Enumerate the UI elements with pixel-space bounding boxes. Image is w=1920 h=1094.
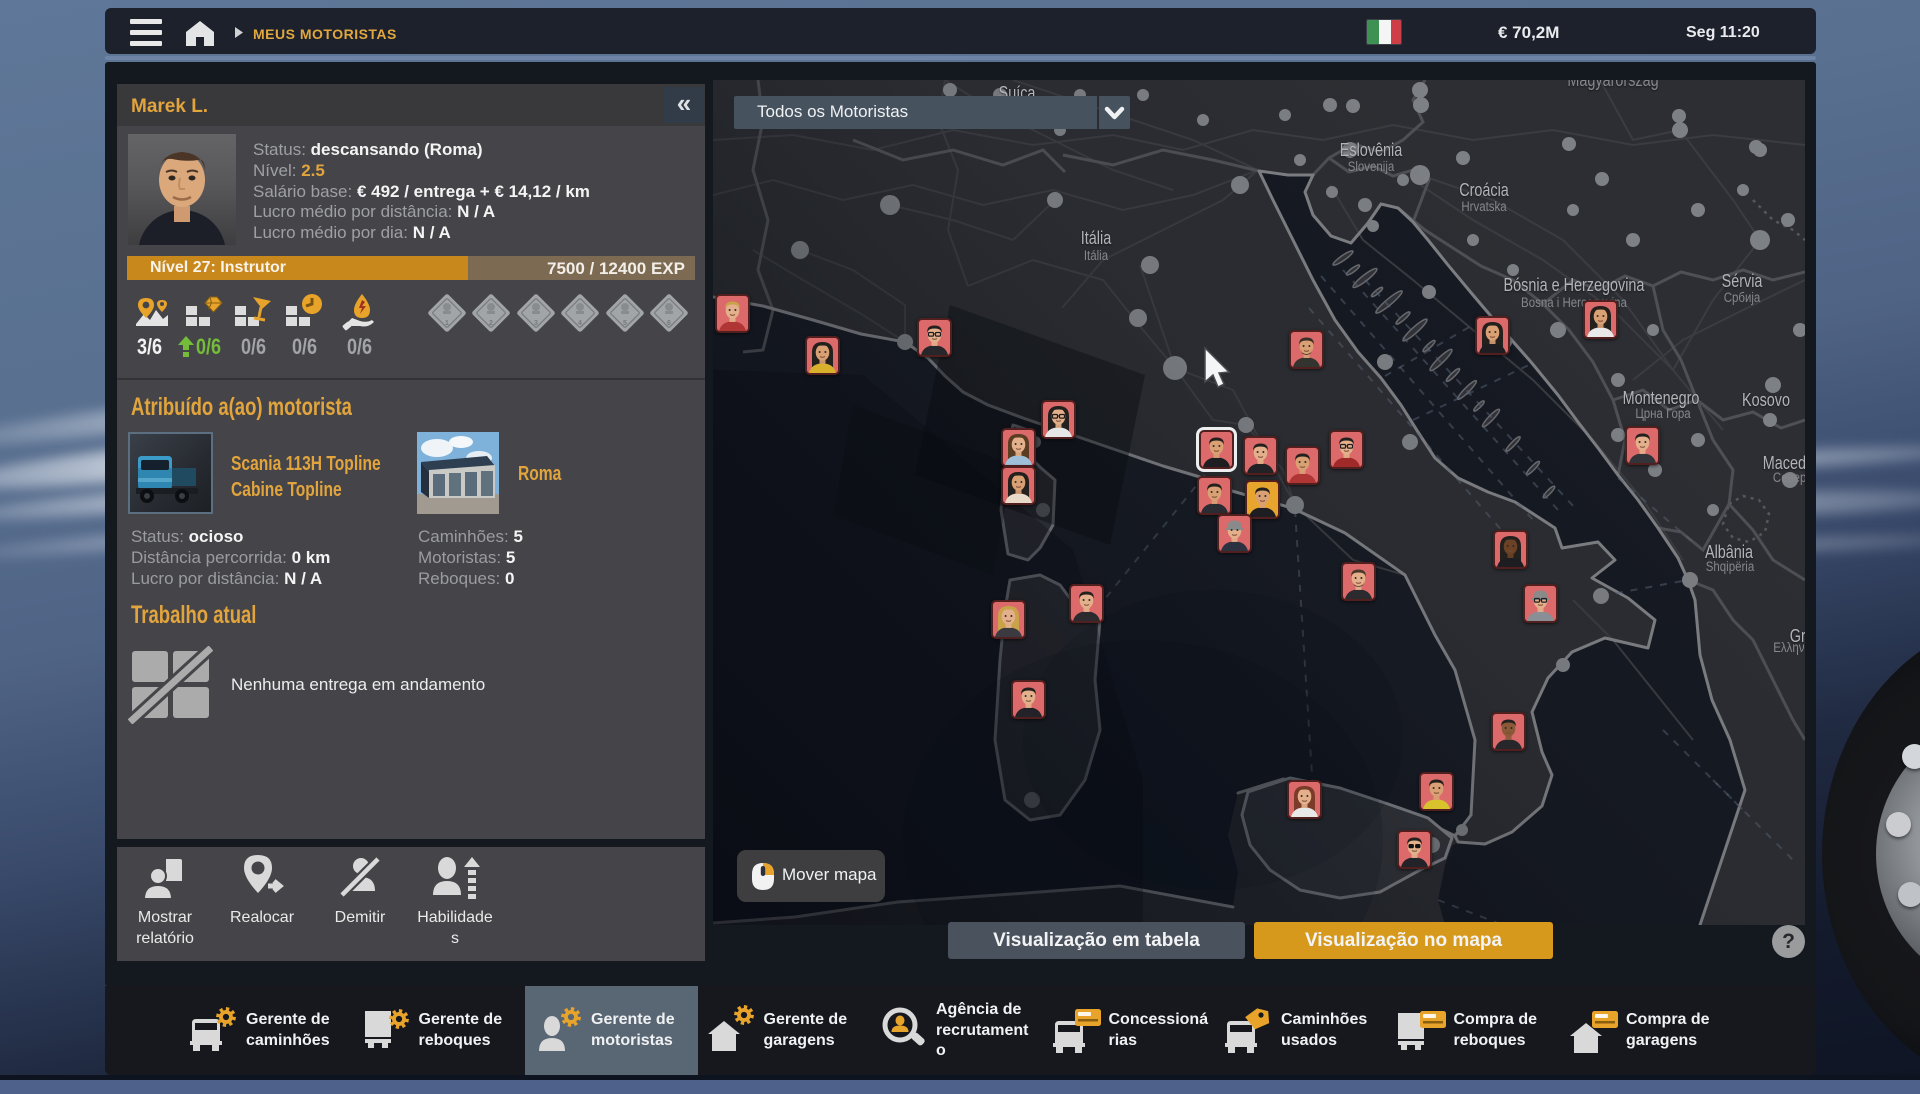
svg-text:1: 1 xyxy=(445,320,449,327)
svg-text:6: 6 xyxy=(667,320,671,327)
svg-text:2: 2 xyxy=(489,320,493,327)
svg-text:3: 3 xyxy=(534,320,538,327)
svg-text:5: 5 xyxy=(623,320,627,327)
svg-text:4: 4 xyxy=(578,320,582,327)
